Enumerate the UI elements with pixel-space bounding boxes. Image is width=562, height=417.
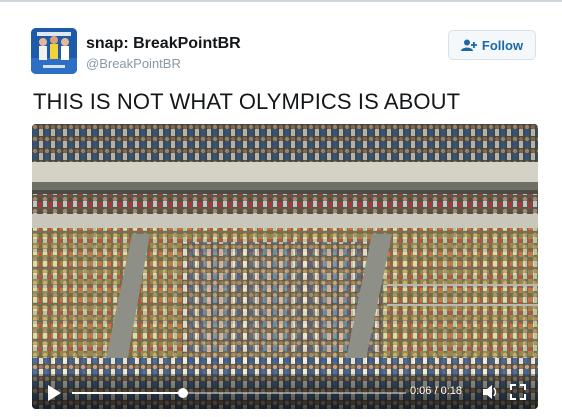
volume-icon[interactable] [482,384,500,400]
progress-knob[interactable] [178,388,189,398]
time-label: 0:06 / 0:18 [410,385,462,397]
top-divider [0,0,562,2]
add-user-icon [460,39,477,51]
video-controls: 0:06 / 0:18 [32,375,538,409]
video-frame [32,124,538,409]
profile-photo-icon [31,28,77,74]
follow-label: Follow [481,37,524,53]
display-name[interactable]: snap: BreakPointBR [86,35,241,53]
tweet-text: THIS IS NOT WHAT OLYMPICS IS ABOUT [33,89,461,114]
fullscreen-icon[interactable] [510,384,526,400]
progress-fill [72,392,184,394]
avatar[interactable] [31,28,77,74]
progress-track[interactable] [72,388,406,398]
play-icon[interactable] [46,384,62,402]
video-player[interactable]: 0:06 / 0:18 [32,124,538,409]
handle[interactable]: @BreakPointBR [86,56,181,71]
follow-button[interactable]: Follow [448,30,536,60]
